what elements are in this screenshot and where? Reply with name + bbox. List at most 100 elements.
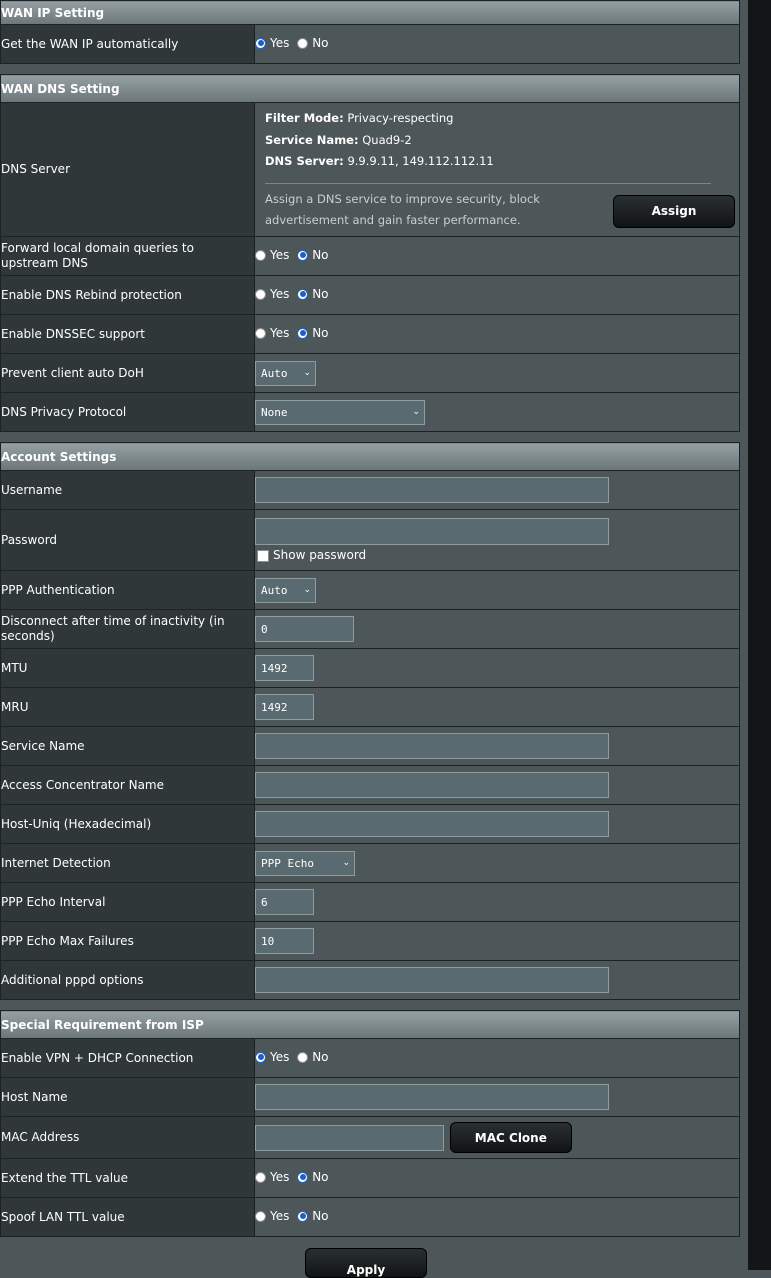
extend-ttl-yes[interactable]: Yes <box>255 1170 289 1184</box>
radio-unselected-icon[interactable] <box>255 1171 266 1183</box>
vpn-dhcp-yes[interactable]: Yes <box>255 1050 289 1064</box>
ppp-auth-label: PPP Authentication <box>0 570 255 610</box>
wan-ip-auto-no[interactable]: No <box>297 36 329 50</box>
account-header: Account Settings <box>0 442 740 471</box>
wan-ip-auto-label: Get the WAN IP automatically <box>0 24 255 64</box>
echo-interval-input[interactable]: 6 <box>255 889 314 915</box>
show-password-row: Show password <box>257 548 739 562</box>
chevron-down-icon: ⌄ <box>412 407 420 417</box>
idle-timeout-input[interactable]: 0 <box>255 616 354 642</box>
mac-address-cell: MAC Clone <box>254 1116 740 1159</box>
username-input[interactable] <box>255 477 609 503</box>
mac-clone-button[interactable]: MAC Clone <box>449 1122 572 1153</box>
echo-max-cell: 10 <box>254 921 740 961</box>
idle-timeout-cell: 0 <box>254 609 740 649</box>
apply-button[interactable]: Apply <box>305 1248 427 1278</box>
spoof-ttl-no[interactable]: No <box>297 1209 329 1223</box>
spoof-ttl-yes[interactable]: Yes <box>255 1209 289 1223</box>
mtu-label: MTU <box>0 648 255 688</box>
dns-rebind-label: Enable DNS Rebind protection <box>0 275 255 315</box>
internet-detection-select[interactable]: PPP Echo ⌄ <box>255 850 355 876</box>
dns-rebind-yes[interactable]: Yes <box>255 287 289 301</box>
radio-selected-icon[interactable] <box>255 37 266 49</box>
mru-cell: 1492 <box>254 687 740 727</box>
dns-server-label: DNS Server <box>0 102 255 237</box>
extend-ttl-label: Extend the TTL value <box>0 1158 255 1198</box>
show-password-label: Show password <box>273 548 367 562</box>
wan-dns-header: WAN DNS Setting <box>0 74 740 103</box>
dnssec-no[interactable]: No <box>297 326 329 340</box>
radio-unselected-icon[interactable] <box>255 327 266 339</box>
internet-detection-label: Internet Detection <box>0 843 255 883</box>
ac-name-label: Access Concentrator Name <box>0 765 255 805</box>
ppp-auth-select[interactable]: Auto ⌄ <box>255 577 316 603</box>
wan-ip-section: WAN IP Setting Get the WAN IP automatica… <box>0 0 740 64</box>
radio-unselected-icon[interactable] <box>255 249 266 261</box>
service-name-cell <box>254 726 740 766</box>
dns-assign-description: Assign a DNS service to improve security… <box>265 191 540 227</box>
radio-selected-icon[interactable] <box>297 327 309 339</box>
vpn-dhcp-label: Enable VPN + DHCP Connection <box>0 1038 255 1078</box>
vpn-dhcp-no[interactable]: No <box>297 1050 329 1064</box>
filter-mode-line: Filter Mode: Privacy-respecting <box>265 111 454 125</box>
isp-section: Special Requirement from ISP Enable VPN … <box>0 1010 740 1237</box>
internet-detection-cell: PPP Echo ⌄ <box>254 843 740 883</box>
radio-selected-icon[interactable] <box>297 249 309 261</box>
dns-privacy-select[interactable]: None ⌄ <box>255 399 425 425</box>
host-uniq-input[interactable] <box>255 811 609 837</box>
idle-timeout-label: Disconnect after time of inactivity (in … <box>0 609 255 649</box>
username-label: Username <box>0 470 255 510</box>
radio-selected-icon[interactable] <box>255 1051 266 1063</box>
mac-address-input[interactable] <box>255 1124 444 1151</box>
radio-unselected-icon[interactable] <box>297 1051 309 1063</box>
dnssec-label: Enable DNSSEC support <box>0 314 255 354</box>
password-input[interactable] <box>255 518 609 545</box>
radio-selected-icon[interactable] <box>297 1171 309 1183</box>
radio-selected-icon[interactable] <box>297 1210 309 1222</box>
ac-name-cell <box>254 765 740 805</box>
mac-address-label: MAC Address <box>0 1116 255 1159</box>
ac-name-input[interactable] <box>255 772 609 798</box>
echo-max-label: PPP Echo Max Failures <box>0 921 255 961</box>
spoof-ttl-radios: Yes No <box>254 1197 740 1237</box>
host-name-input[interactable] <box>255 1084 609 1110</box>
page-scroll-gutter <box>748 0 771 1270</box>
password-label: Password <box>0 509 255 571</box>
prevent-doh-select[interactable]: Auto ⌄ <box>255 360 316 386</box>
show-password-checkbox[interactable] <box>257 549 269 562</box>
pppd-options-input[interactable] <box>255 967 609 993</box>
isp-header: Special Requirement from ISP <box>0 1010 740 1039</box>
account-section: Account Settings Username Password Show … <box>0 442 740 1000</box>
radio-selected-icon[interactable] <box>297 288 309 300</box>
extend-ttl-no[interactable]: No <box>297 1170 329 1184</box>
dns-server-line: DNS Server: 9.9.9.11, 149.112.112.11 <box>265 154 494 168</box>
radio-unselected-icon[interactable] <box>255 1210 266 1222</box>
radio-unselected-icon[interactable] <box>297 37 309 49</box>
dns-rebind-no[interactable]: No <box>297 287 329 301</box>
chevron-down-icon: ⌄ <box>342 858 350 868</box>
dns-privacy-label: DNS Privacy Protocol <box>0 392 255 432</box>
mru-input[interactable]: 1492 <box>255 694 314 720</box>
forward-local-no[interactable]: No <box>297 248 329 262</box>
prevent-doh-label: Prevent client auto DoH <box>0 353 255 393</box>
chevron-down-icon: ⌄ <box>303 368 311 378</box>
prevent-doh-cell: Auto ⌄ <box>254 353 740 393</box>
wan-dns-section: WAN DNS Setting DNS Server Filter Mode: … <box>0 74 740 432</box>
service-name-input[interactable] <box>255 733 609 759</box>
wan-ip-auto-yes[interactable]: Yes <box>255 36 289 50</box>
echo-interval-label: PPP Echo Interval <box>0 882 255 922</box>
extend-ttl-radios: Yes No <box>254 1158 740 1198</box>
mtu-input[interactable]: 1492 <box>255 655 314 681</box>
echo-max-input[interactable]: 10 <box>255 928 314 954</box>
dnssec-yes[interactable]: Yes <box>255 326 289 340</box>
dns-rebind-radios: Yes No <box>254 275 740 315</box>
assign-button[interactable]: Assign <box>613 194 735 228</box>
dns-divider <box>265 182 711 184</box>
wan-ip-header: WAN IP Setting <box>0 0 740 25</box>
dns-privacy-cell: None ⌄ <box>254 392 740 432</box>
radio-unselected-icon[interactable] <box>255 288 266 300</box>
wan-ip-auto-radios: Yes No <box>254 24 740 64</box>
forward-local-yes[interactable]: Yes <box>255 248 289 262</box>
